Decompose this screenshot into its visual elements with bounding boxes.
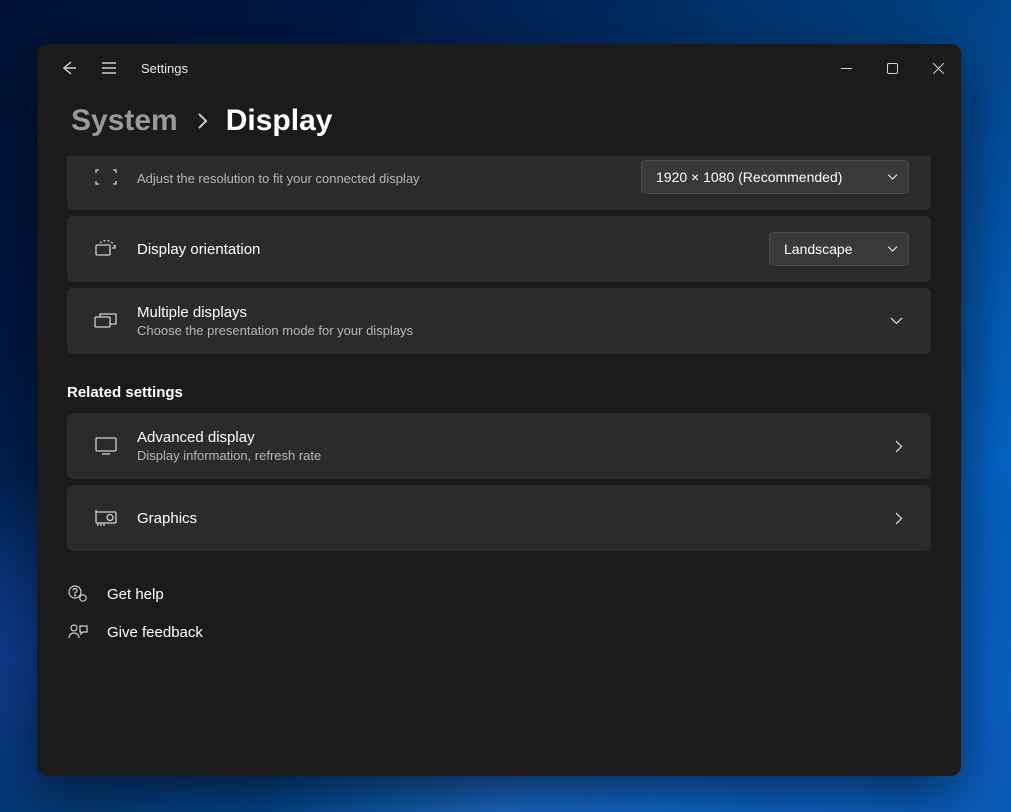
give-feedback-link[interactable]: Give feedback	[67, 613, 931, 651]
multiple-displays-row[interactable]: Multiple displays Choose the presentatio…	[67, 288, 931, 354]
chevron-down-icon	[890, 317, 903, 325]
chevron-right-icon	[895, 440, 903, 453]
back-arrow-icon	[61, 60, 77, 76]
minimize-button[interactable]	[823, 52, 869, 84]
close-button[interactable]	[915, 52, 961, 84]
go-button[interactable]	[877, 440, 909, 453]
nav-menu-button[interactable]	[89, 48, 129, 88]
graphics-card-icon	[89, 509, 123, 527]
orientation-dropdown[interactable]: Landscape	[769, 232, 909, 266]
feedback-icon	[67, 623, 89, 641]
minimize-icon	[841, 63, 852, 74]
go-button[interactable]	[877, 512, 909, 525]
expand-button[interactable]	[872, 317, 909, 325]
settings-window: Settings System Display Adjust	[37, 44, 961, 776]
close-icon	[933, 63, 944, 74]
help-icon	[67, 585, 89, 603]
back-button[interactable]	[49, 48, 89, 88]
chevron-right-icon	[196, 112, 208, 130]
orientation-title: Display orientation	[137, 241, 769, 258]
breadcrumb-parent[interactable]: System	[71, 104, 178, 138]
advanced-title: Advanced display	[137, 429, 877, 446]
app-title: Settings	[141, 61, 188, 76]
graphics-row[interactable]: Graphics	[67, 485, 931, 551]
hamburger-icon	[101, 61, 117, 75]
orientation-icon	[89, 240, 123, 258]
resolution-icon	[89, 169, 123, 185]
chevron-down-icon	[887, 246, 898, 253]
monitor-icon	[89, 437, 123, 455]
content-area: Adjust the resolution to fit your connec…	[37, 156, 961, 776]
multiple-subtitle: Choose the presentation mode for your di…	[137, 323, 872, 338]
multiple-displays-icon	[89, 312, 123, 330]
chevron-down-icon	[887, 174, 898, 181]
give-feedback-label: Give feedback	[107, 624, 203, 641]
orientation-value: Landscape	[784, 241, 853, 257]
get-help-label: Get help	[107, 586, 164, 603]
resolution-dropdown[interactable]: 1920 × 1080 (Recommended)	[641, 160, 909, 194]
resolution-value: 1920 × 1080 (Recommended)	[656, 169, 842, 185]
resolution-subtitle: Adjust the resolution to fit your connec…	[137, 171, 641, 186]
display-resolution-row[interactable]: Adjust the resolution to fit your connec…	[67, 156, 931, 210]
breadcrumb-current: Display	[226, 104, 333, 138]
breadcrumb: System Display	[37, 92, 961, 156]
get-help-link[interactable]: Get help	[67, 575, 931, 613]
related-settings-heading: Related settings	[67, 384, 931, 401]
maximize-button[interactable]	[869, 52, 915, 84]
advanced-subtitle: Display information, refresh rate	[137, 448, 877, 463]
display-orientation-row[interactable]: Display orientation Landscape	[67, 216, 931, 282]
graphics-title: Graphics	[137, 510, 877, 527]
multiple-title: Multiple displays	[137, 304, 872, 321]
window-controls	[823, 52, 961, 84]
titlebar: Settings	[37, 44, 961, 92]
maximize-icon	[887, 63, 898, 74]
advanced-display-row[interactable]: Advanced display Display information, re…	[67, 413, 931, 479]
chevron-right-icon	[895, 512, 903, 525]
